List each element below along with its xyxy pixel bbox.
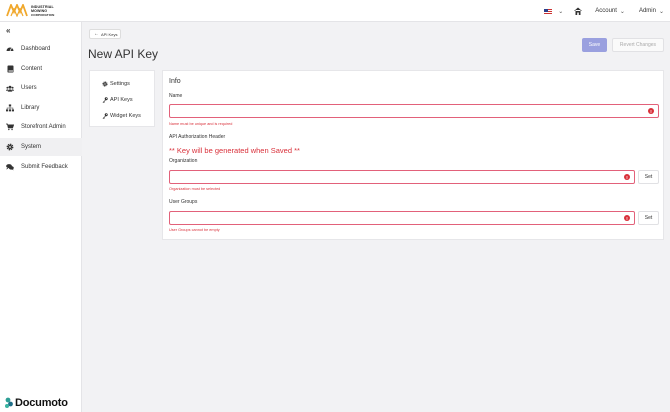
auth-header-label: API Authorization Header xyxy=(169,134,226,140)
comments-icon xyxy=(6,163,14,171)
key-generated-message: ** Key will be generated when Saved ** xyxy=(169,146,300,155)
chevron-down-icon: ⌄ xyxy=(619,8,625,15)
sidebar-item-submit-feedback[interactable]: Submit Feedback xyxy=(0,158,82,176)
error-icon: ! xyxy=(648,108,654,114)
back-label: API Keys xyxy=(101,31,118,37)
chevron-down-icon: ⌄ xyxy=(658,8,664,15)
name-field[interactable]: ! xyxy=(169,104,659,118)
user-groups-label: User Groups xyxy=(169,199,198,205)
name-error: Name must be unique and is required xyxy=(169,122,233,126)
us-flag-icon xyxy=(544,8,553,14)
account-label: Account xyxy=(595,8,617,14)
sidebar-item-label: Submit Feedback xyxy=(21,164,68,170)
organization-error: Organization must be selected xyxy=(169,187,221,191)
sidebar-item-label: Storefront Admin xyxy=(21,124,66,130)
sidebar-item-label: Dashboard xyxy=(21,46,51,52)
organization-field[interactable]: ! xyxy=(169,170,635,184)
sidebar-item-storefront-admin[interactable]: Storefront Admin xyxy=(0,118,82,136)
sidebar-item-dashboard[interactable]: Dashboard xyxy=(0,40,82,58)
error-icon: ! xyxy=(624,174,630,180)
sidebar-item-users[interactable]: Users xyxy=(0,79,82,97)
dashboard-icon xyxy=(6,45,14,53)
subnav-label: API Keys xyxy=(110,97,133,103)
logo-text: INDUSTRIAL MOWING CORPORATION xyxy=(31,4,55,17)
cart-icon xyxy=(6,123,14,131)
name-label: Name xyxy=(169,93,183,99)
admin-menu[interactable]: Admin ⌄ xyxy=(639,8,664,15)
company-logo[interactable]: INDUSTRIAL MOWING CORPORATION xyxy=(6,4,54,17)
set-organization-button[interactable]: Set xyxy=(638,170,659,184)
subnav-item-api-keys[interactable]: API Keys xyxy=(102,97,133,103)
documoto-mark-icon xyxy=(5,397,13,408)
home-icon[interactable] xyxy=(573,6,583,16)
settings-subnav: Settings API Keys Widget Keys xyxy=(89,70,155,127)
logo-mark-icon xyxy=(6,4,28,17)
user-groups-field[interactable]: ! xyxy=(169,211,635,225)
users-icon xyxy=(6,84,14,92)
subnav-label: Widget Keys xyxy=(110,113,141,119)
subnav-label: Settings xyxy=(110,81,130,87)
back-to-api-keys-button[interactable]: ← API Keys xyxy=(89,29,121,39)
user-groups-error: User Groups cannot be empty xyxy=(169,228,220,232)
info-card: Info Name ! Name must be unique and is r… xyxy=(162,70,664,240)
sidebar-item-content[interactable]: Content xyxy=(0,60,82,78)
gear-icon xyxy=(6,143,14,151)
organization-label: Organization xyxy=(169,158,198,164)
page-title: New API Key xyxy=(88,47,159,61)
book-icon xyxy=(6,65,14,73)
top-bar: INDUSTRIAL MOWING CORPORATION ⌄ Account … xyxy=(0,0,670,22)
collapse-sidebar-icon[interactable]: « xyxy=(6,26,10,35)
admin-label: Admin xyxy=(638,8,656,14)
sidebar: « Dashboard Content Users Library Storef… xyxy=(0,22,82,412)
sidebar-item-label: Users xyxy=(21,85,37,91)
sidebar-item-system[interactable]: System xyxy=(0,138,82,156)
key-icon xyxy=(102,113,108,119)
subnav-item-settings[interactable]: Settings xyxy=(102,81,130,87)
subnav-item-widget-keys[interactable]: Widget Keys xyxy=(102,113,141,119)
documoto-logo: Documoto xyxy=(4,397,68,409)
gear-icon xyxy=(102,81,108,87)
chevron-down-icon: ⌄ xyxy=(558,8,564,15)
revert-changes-button[interactable]: Revert Changes xyxy=(612,38,664,52)
section-title: Info xyxy=(169,78,181,85)
set-user-groups-button[interactable]: Set xyxy=(638,211,659,225)
account-menu[interactable]: Account ⌄ xyxy=(595,8,625,15)
key-icon xyxy=(102,97,108,103)
documoto-wordmark: Documoto xyxy=(15,397,68,409)
sidebar-item-library[interactable]: Library xyxy=(0,99,82,117)
sidebar-item-label: Library xyxy=(21,105,40,111)
sidebar-item-label: Content xyxy=(21,66,43,72)
sidebar-item-label: System xyxy=(21,144,42,150)
sitemap-icon xyxy=(6,104,14,112)
language-selector[interactable]: ⌄ xyxy=(544,8,563,15)
error-icon: ! xyxy=(624,215,630,221)
arrow-left-icon: ← xyxy=(94,31,99,37)
save-button[interactable]: Save xyxy=(582,38,607,52)
